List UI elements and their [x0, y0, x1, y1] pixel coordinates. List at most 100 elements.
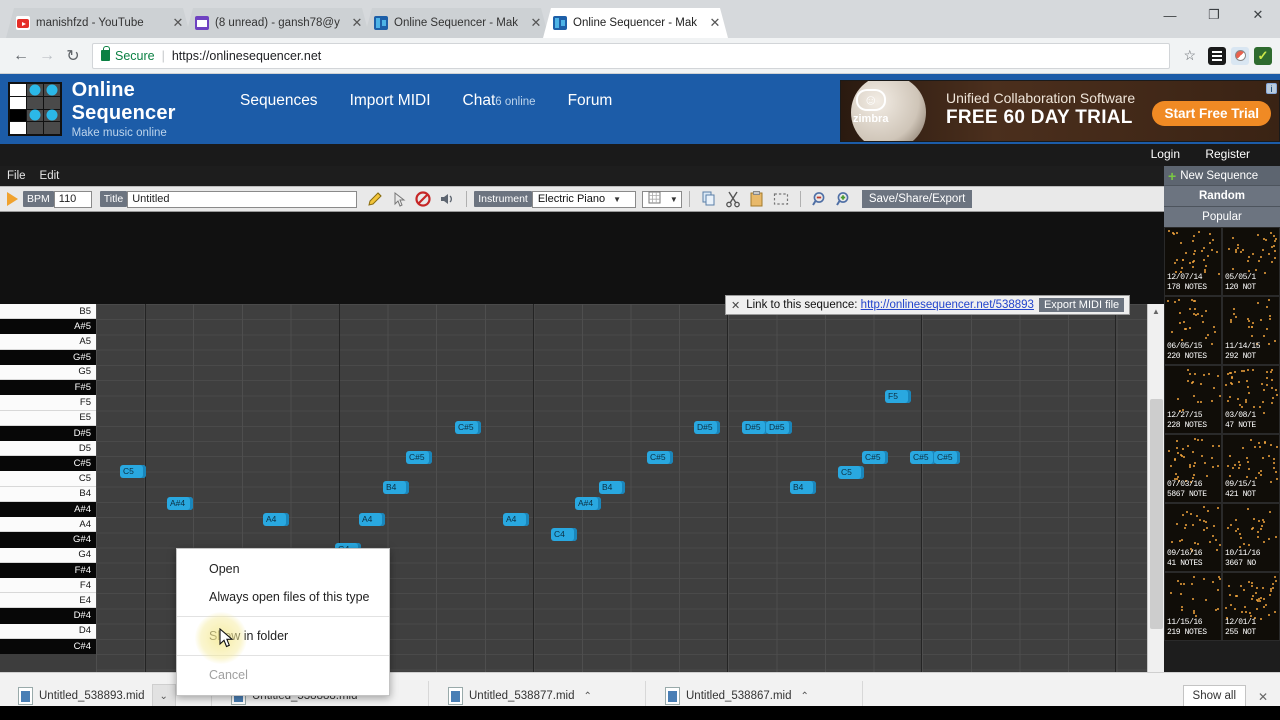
sequence-thumbnail[interactable]: 12/07/14 178 NOTES [1164, 227, 1222, 296]
save-share-export-button[interactable]: Save/Share/Export [861, 190, 973, 208]
new-sequence-button[interactable]: + New Sequence [1164, 166, 1280, 185]
piano-key[interactable]: B4 [0, 486, 96, 502]
show-all-downloads-button[interactable]: Show all [1182, 685, 1246, 707]
piano-key[interactable]: G4 [0, 547, 96, 563]
sequence-thumbnail[interactable]: 12/27/15 228 NOTES [1164, 365, 1222, 434]
vertical-scroll-thumb[interactable] [1150, 399, 1163, 629]
note[interactable]: B4 [790, 481, 816, 494]
close-icon[interactable]: ✕ [731, 299, 740, 312]
sequence-thumbnail[interactable]: 11/14/15 292 NOT [1222, 296, 1280, 365]
note[interactable]: C#5 [910, 451, 936, 464]
piano-key[interactable]: G5 [0, 364, 96, 381]
sequence-thumbnail[interactable]: 12/01/1 255 NOT [1222, 572, 1280, 641]
browser-tab-3[interactable]: Online Sequencer - Mak ✕ [543, 8, 728, 38]
pencil-icon[interactable] [366, 190, 384, 208]
menu-edit[interactable]: Edit [40, 170, 60, 182]
nav-import-midi[interactable]: Import MIDI [350, 92, 431, 110]
note[interactable]: C#5 [862, 451, 888, 464]
vertical-scrollbar[interactable]: ▲ ▼ [1147, 304, 1164, 720]
close-shelf-icon[interactable]: ✕ [1258, 690, 1268, 704]
piano-key[interactable]: A4 [0, 517, 96, 533]
nav-chat[interactable]: Chat6 online [463, 92, 536, 110]
play-icon[interactable] [7, 192, 18, 206]
piano-key[interactable]: G#5 [0, 349, 96, 365]
note[interactable]: B4 [383, 481, 409, 494]
note[interactable]: A#4 [167, 497, 193, 510]
note[interactable]: D#5 [742, 421, 768, 434]
note[interactable]: C#5 [406, 451, 432, 464]
sequence-thumbnail[interactable]: 03/08/1 47 NOTE [1222, 365, 1280, 434]
window-close-button[interactable]: ✕ [1236, 0, 1280, 30]
chevron-up-icon[interactable]: ⌃ [801, 691, 809, 702]
no-entry-icon[interactable] [414, 190, 432, 208]
piano-key[interactable]: A#5 [0, 319, 96, 335]
nav-forum[interactable]: Forum [568, 92, 613, 110]
cut-icon[interactable] [724, 190, 742, 208]
note[interactable]: D#5 [766, 421, 792, 434]
sequence-thumbnail[interactable]: 09/16/16 41 NOTES [1164, 503, 1222, 572]
note[interactable]: A4 [359, 513, 385, 526]
speaker-icon[interactable] [438, 190, 456, 208]
piano-key[interactable]: C#4 [0, 638, 96, 655]
sequence-url-link[interactable]: http://onlinesequencer.net/538893 [861, 299, 1034, 311]
tab-close-icon[interactable]: ✕ [171, 16, 185, 30]
piano-key[interactable]: E5 [0, 410, 96, 426]
piano-key[interactable]: A#4 [0, 501, 96, 518]
note[interactable]: A4 [263, 513, 289, 526]
login-link[interactable]: Login [1151, 147, 1180, 161]
piano-key[interactable]: E4 [0, 593, 96, 609]
note[interactable]: C#5 [647, 451, 673, 464]
piano-key[interactable]: F4 [0, 577, 96, 594]
ad-banner[interactable]: zimbra Unified Collaboration Software FR… [840, 80, 1280, 142]
sequence-thumbnail[interactable]: 07/03/16 5867 NOTE [1164, 434, 1222, 503]
context-menu-item-always-open[interactable]: Always open files of this type [177, 583, 389, 611]
register-link[interactable]: Register [1205, 147, 1250, 161]
context-menu-item-cancel[interactable]: Cancel [177, 661, 389, 689]
chevron-down-icon[interactable]: ⌄ [151, 683, 176, 709]
piano-key[interactable]: C5 [0, 471, 96, 487]
chevron-up-icon[interactable]: ⌃ [584, 691, 592, 702]
scroll-up-icon[interactable]: ▲ [1148, 304, 1164, 320]
minimize-button[interactable]: — [1148, 0, 1192, 30]
export-midi-button[interactable]: Export MIDI file [1038, 298, 1125, 312]
cursor-icon[interactable] [390, 190, 408, 208]
piano-key[interactable]: A5 [0, 334, 96, 350]
title-input[interactable]: Untitled [127, 190, 358, 208]
piano-key[interactable]: D5 [0, 440, 96, 457]
film-strip-icon[interactable] [1208, 46, 1226, 65]
tab-close-icon[interactable]: ✕ [350, 16, 364, 30]
reload-button[interactable]: ↻ [60, 43, 86, 69]
piano-key[interactable]: D#5 [0, 425, 96, 441]
piano-key[interactable]: G#4 [0, 532, 96, 548]
site-logo[interactable]: Online Sequencer Make music online [0, 74, 240, 144]
instrument-select[interactable]: Electric Piano ▼ [531, 190, 636, 208]
menu-file[interactable]: File [7, 170, 26, 182]
maximize-button[interactable]: ❐ [1192, 0, 1236, 30]
sequence-thumbnail[interactable]: 10/11/16 3667 NO [1222, 503, 1280, 572]
note[interactable]: C5 [120, 465, 146, 478]
grid-select[interactable]: ▼ [641, 190, 682, 208]
sequence-thumbnail[interactable]: 05/05/1 120 NOT [1222, 227, 1280, 296]
sidebar-tab-popular[interactable]: Popular [1164, 206, 1280, 227]
browser-tab-2[interactable]: Online Sequencer - Mak ✕ [364, 8, 549, 38]
piano-key[interactable]: B5 [0, 304, 96, 320]
context-menu-item-open[interactable]: Open [177, 555, 389, 583]
ad-info-icon[interactable]: i [1266, 83, 1277, 94]
piano-key[interactable]: F#4 [0, 562, 96, 578]
forward-button[interactable]: → [34, 43, 60, 69]
note[interactable]: F5 [885, 390, 911, 403]
note[interactable]: C4 [551, 528, 577, 541]
note[interactable]: A#4 [575, 497, 601, 510]
note[interactable]: B4 [599, 481, 625, 494]
sequence-thumbnail[interactable]: 11/15/16 219 NOTES [1164, 572, 1222, 641]
zoom-out-icon[interactable] [811, 190, 829, 208]
note[interactable]: D#5 [694, 421, 720, 434]
color-circle-icon[interactable] [1231, 46, 1249, 65]
piano-key[interactable]: F#5 [0, 380, 96, 396]
back-button[interactable]: ← [8, 43, 34, 69]
browser-tab-0[interactable]: manishfzd - YouTube ✕ [6, 8, 191, 38]
tab-close-icon[interactable]: ✕ [708, 16, 722, 30]
zoom-in-icon[interactable] [835, 190, 853, 208]
note[interactable]: C#5 [934, 451, 960, 464]
piano-key[interactable]: C#5 [0, 456, 96, 472]
